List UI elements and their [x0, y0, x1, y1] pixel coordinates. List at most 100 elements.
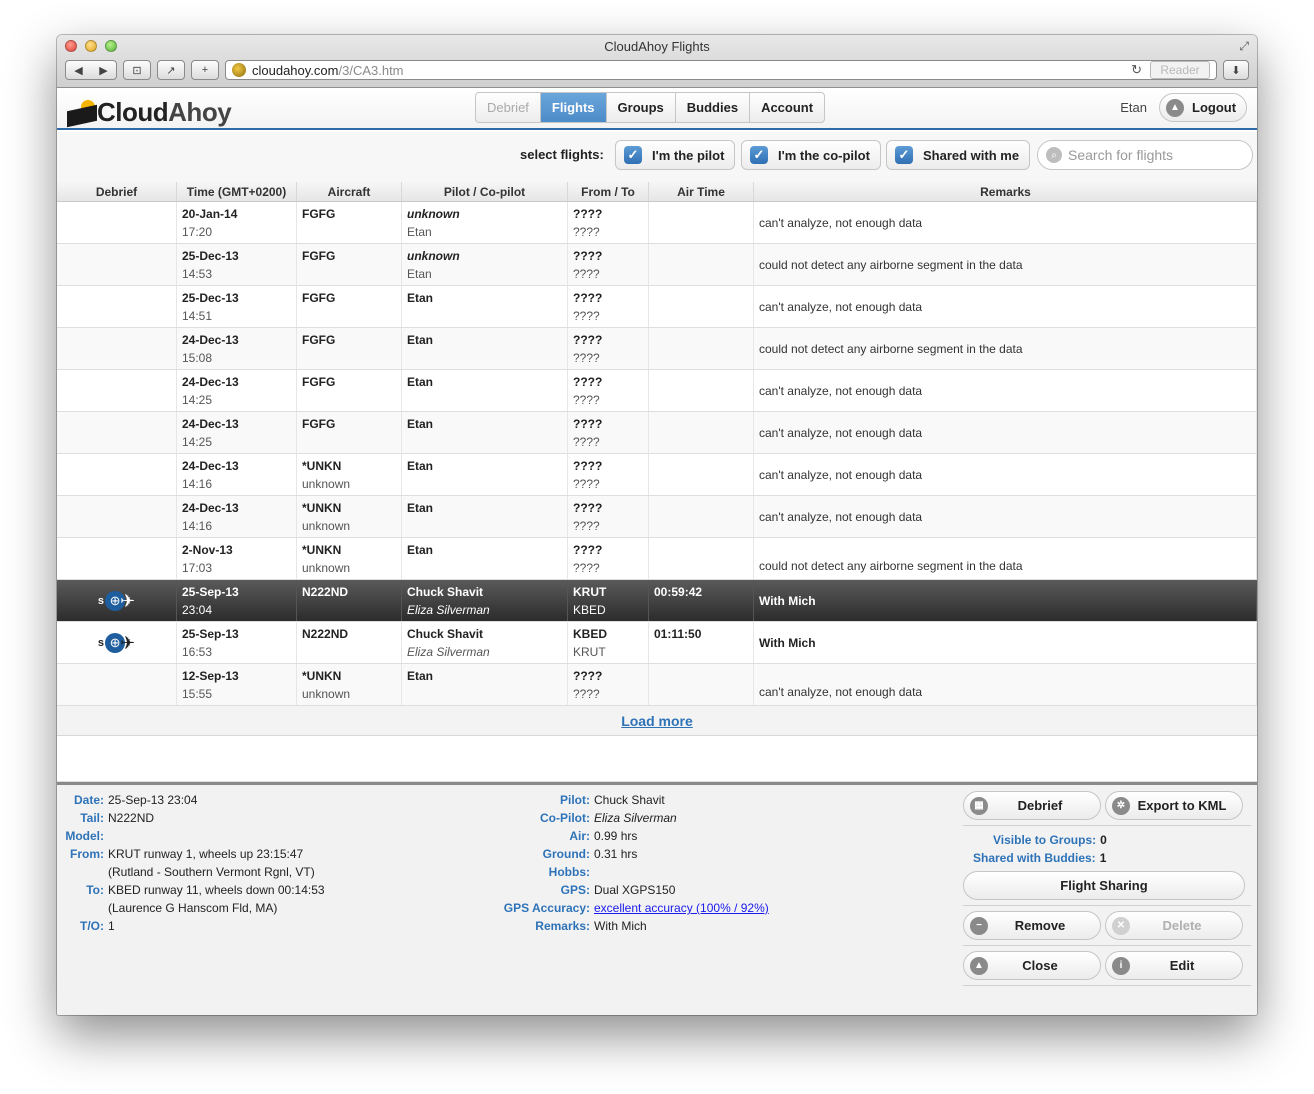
- close-button[interactable]: ▲ Close: [963, 951, 1101, 980]
- table-row[interactable]: 24-Dec-13 15:08 FGFG Etan???????? could not …: [57, 328, 1257, 370]
- detail-row: T/O: 1: [63, 917, 325, 935]
- air-time-cell: [649, 496, 754, 537]
- load-more-link[interactable]: Load more: [621, 713, 693, 729]
- table-row[interactable]: 24-Dec-13 14:16 *UNKN unknown Etan???????? ca…: [57, 454, 1257, 496]
- filter-copilot-toggle[interactable]: ✓ I'm the co-pilot: [741, 140, 881, 170]
- column-header[interactable]: Time (GMT+0200): [177, 182, 297, 201]
- filter-pilot-toggle[interactable]: ✓ I'm the pilot: [615, 140, 736, 170]
- time-cell: 24-Dec-13 14:25: [177, 370, 297, 411]
- table-row[interactable]: s ⊕ ✈ 25-Sep-13 16:53 N222ND Chuck Shavit Eliza…: [57, 622, 1257, 664]
- detail-row: GPS Accuracy: excellent accuracy (100% / …: [457, 899, 769, 917]
- aircraft-cell: N222ND: [297, 622, 402, 663]
- from-airport: ????: [573, 459, 603, 473]
- export-label: Export to KML: [1137, 798, 1227, 813]
- debrief-cell: [57, 454, 177, 495]
- flight-time: 17:20: [182, 225, 213, 239]
- close-icon: ✕: [1112, 916, 1130, 935]
- delete-label: Delete: [1162, 918, 1202, 933]
- remarks-cell: With Mich: [754, 622, 1257, 663]
- logo-flag-icon: [65, 98, 99, 128]
- table-row[interactable]: 25-Dec-13 14:53 FGFG unknown Etan???????? cou…: [57, 244, 1257, 286]
- table-row[interactable]: 24-Dec-13 14:25 FGFG Etan???????? can't anal…: [57, 370, 1257, 412]
- table-row[interactable]: 25-Dec-13 14:51 FGFG Etan???????? can't anal…: [57, 286, 1257, 328]
- new-tab-button[interactable]: +: [191, 60, 219, 80]
- search-icon: ⌕: [1046, 147, 1062, 163]
- table-row[interactable]: 24-Dec-13 14:25 FGFG Etan???????? can't anal…: [57, 412, 1257, 454]
- from-to-cell: ????????: [568, 328, 649, 369]
- search-input[interactable]: [1068, 147, 1238, 163]
- air-time-cell: [649, 454, 754, 495]
- column-header[interactable]: From / To: [568, 182, 649, 201]
- column-header[interactable]: Aircraft: [297, 182, 402, 201]
- edit-button[interactable]: i Edit: [1105, 951, 1243, 980]
- table-row[interactable]: 2-Nov-13 17:03 *UNKN unknown Etan???????? cou…: [57, 538, 1257, 580]
- pilot-name: unknown: [407, 207, 460, 221]
- remove-button[interactable]: − Remove: [963, 911, 1101, 940]
- tab-debrief[interactable]: Debrief: [476, 93, 540, 122]
- gps-accuracy-link[interactable]: excellent accuracy (100% / 92%): [594, 899, 769, 917]
- back-icon[interactable]: ◀: [74, 64, 82, 77]
- table-row[interactable]: 24-Dec-13 14:16 *UNKN unknown Etan???????? ca…: [57, 496, 1257, 538]
- from-airport: ????: [573, 501, 603, 515]
- detail-value: Chuck Shavit: [594, 793, 665, 807]
- column-header[interactable]: Remarks: [754, 182, 1257, 201]
- air-time-cell: [649, 664, 754, 705]
- search-box[interactable]: ⌕: [1037, 140, 1253, 170]
- detail-label: Air:: [569, 829, 590, 843]
- aircraft-model: unknown: [302, 687, 351, 701]
- table-row[interactable]: s ⊕ ✈ 25-Sep-13 23:04 N222ND Chuck Shavit Eliza…: [57, 580, 1257, 622]
- details-left-column: Date: 25-Sep-13 23:04 Tail: N222ND Model: Fro…: [63, 791, 325, 935]
- aircraft-model: unknown: [302, 561, 351, 575]
- air-time-cell: [649, 286, 754, 327]
- flight-sharing-button[interactable]: Flight Sharing: [963, 871, 1245, 900]
- time-cell: 24-Dec-13 14:25: [177, 412, 297, 453]
- flight-time: 14:16: [182, 477, 213, 491]
- checkmark-icon: ✓: [895, 146, 913, 164]
- from-airport: ????: [573, 207, 603, 221]
- cloudahoy-logo[interactable]: CloudAhoy: [65, 92, 232, 128]
- bookmarks-button[interactable]: ⊡: [123, 60, 151, 80]
- detail-value: N222ND: [108, 811, 155, 825]
- aircraft-tail: FGFG: [302, 417, 336, 431]
- downloads-button[interactable]: ⬇: [1223, 60, 1249, 80]
- delete-button[interactable]: ✕ Delete: [1105, 911, 1243, 940]
- tab-groups[interactable]: Groups: [605, 93, 675, 122]
- from-airport: ????: [573, 543, 603, 557]
- table-row[interactable]: 12-Sep-13 15:55 *UNKN unknown Etan???????? ca…: [57, 664, 1257, 706]
- aircraft-cell: N222ND: [297, 580, 402, 621]
- pilot-name: unknown: [407, 249, 460, 263]
- detail-row: Tail: N222ND: [63, 809, 325, 827]
- tab-flights[interactable]: Flights: [539, 93, 606, 122]
- from-to-cell: ????????: [568, 664, 649, 705]
- reader-button[interactable]: Reader: [1150, 61, 1210, 79]
- from-airport: ????: [573, 249, 603, 263]
- column-header[interactable]: Debrief: [57, 182, 177, 201]
- visible-groups-value: 0: [1100, 833, 1107, 847]
- logout-button[interactable]: ▲ Logout: [1159, 93, 1247, 122]
- fullscreen-icon[interactable]: ⤢: [1239, 39, 1249, 54]
- debrief-flight-icon[interactable]: s ⊕ ✈: [98, 632, 136, 653]
- debrief-button[interactable]: ▦ Debrief: [963, 791, 1101, 820]
- filter-shared-toggle[interactable]: ✓ Shared with me: [886, 140, 1031, 170]
- aircraft-tail: FGFG: [302, 375, 336, 389]
- export-kml-button[interactable]: ✲ Export to KML: [1105, 791, 1243, 820]
- flight-date: 24-Dec-13: [182, 501, 239, 515]
- address-bar[interactable]: cloudahoy.com/3/CA3.htm ↻ Reader: [225, 60, 1217, 80]
- column-header[interactable]: Air Time: [649, 182, 754, 201]
- remarks-cell: can't analyze, not enough data: [754, 454, 1257, 495]
- forward-icon[interactable]: ▶: [99, 64, 107, 77]
- reload-icon[interactable]: ↻: [1131, 62, 1142, 78]
- flight-date: 24-Dec-13: [182, 333, 239, 347]
- back-forward-buttons[interactable]: ◀ ▶: [65, 60, 117, 80]
- debrief-flight-icon[interactable]: s ⊕ ✈: [98, 590, 135, 611]
- pilot-name: Etan: [407, 459, 434, 473]
- tab-buddies[interactable]: Buddies: [674, 93, 749, 122]
- column-header[interactable]: Pilot / Co-pilot: [402, 182, 568, 201]
- table-row[interactable]: 20-Jan-14 17:20 FGFG unknown Etan???????? can…: [57, 202, 1257, 244]
- tab-account[interactable]: Account: [749, 93, 824, 122]
- pilot-cell: Etan: [402, 328, 568, 369]
- flight-date: 24-Dec-13: [182, 375, 239, 389]
- to-airport: ????: [573, 393, 600, 407]
- airplane-icon: ✈: [120, 632, 136, 653]
- share-button[interactable]: ↗: [157, 60, 185, 80]
